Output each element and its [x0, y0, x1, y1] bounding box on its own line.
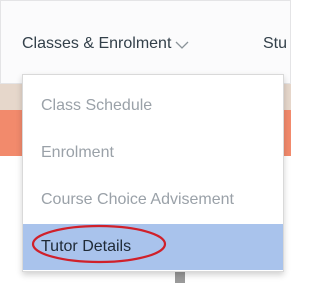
classes-enrolment-dropdown: Class Schedule Enrolment Course Choice A…: [22, 74, 284, 272]
menu-item-tutor-details[interactable]: Tutor Details: [23, 224, 283, 270]
classes-enrolment-label: Classes & Enrolment: [22, 35, 172, 52]
students-menu[interactable]: Stu: [263, 35, 287, 53]
screenshot-frame: Classes & Enrolment Stu Class Schedule E…: [0, 0, 291, 283]
classes-enrolment-menu[interactable]: Classes & Enrolment: [22, 35, 189, 53]
top-navbar: Classes & Enrolment Stu: [0, 0, 291, 84]
menu-item-enrolment[interactable]: Enrolment: [23, 130, 283, 176]
menu-item-course-choice-advisement[interactable]: Course Choice Advisement: [23, 177, 283, 223]
menu-item-class-schedule[interactable]: Class Schedule: [23, 83, 283, 129]
chevron-down-icon: [175, 41, 189, 49]
